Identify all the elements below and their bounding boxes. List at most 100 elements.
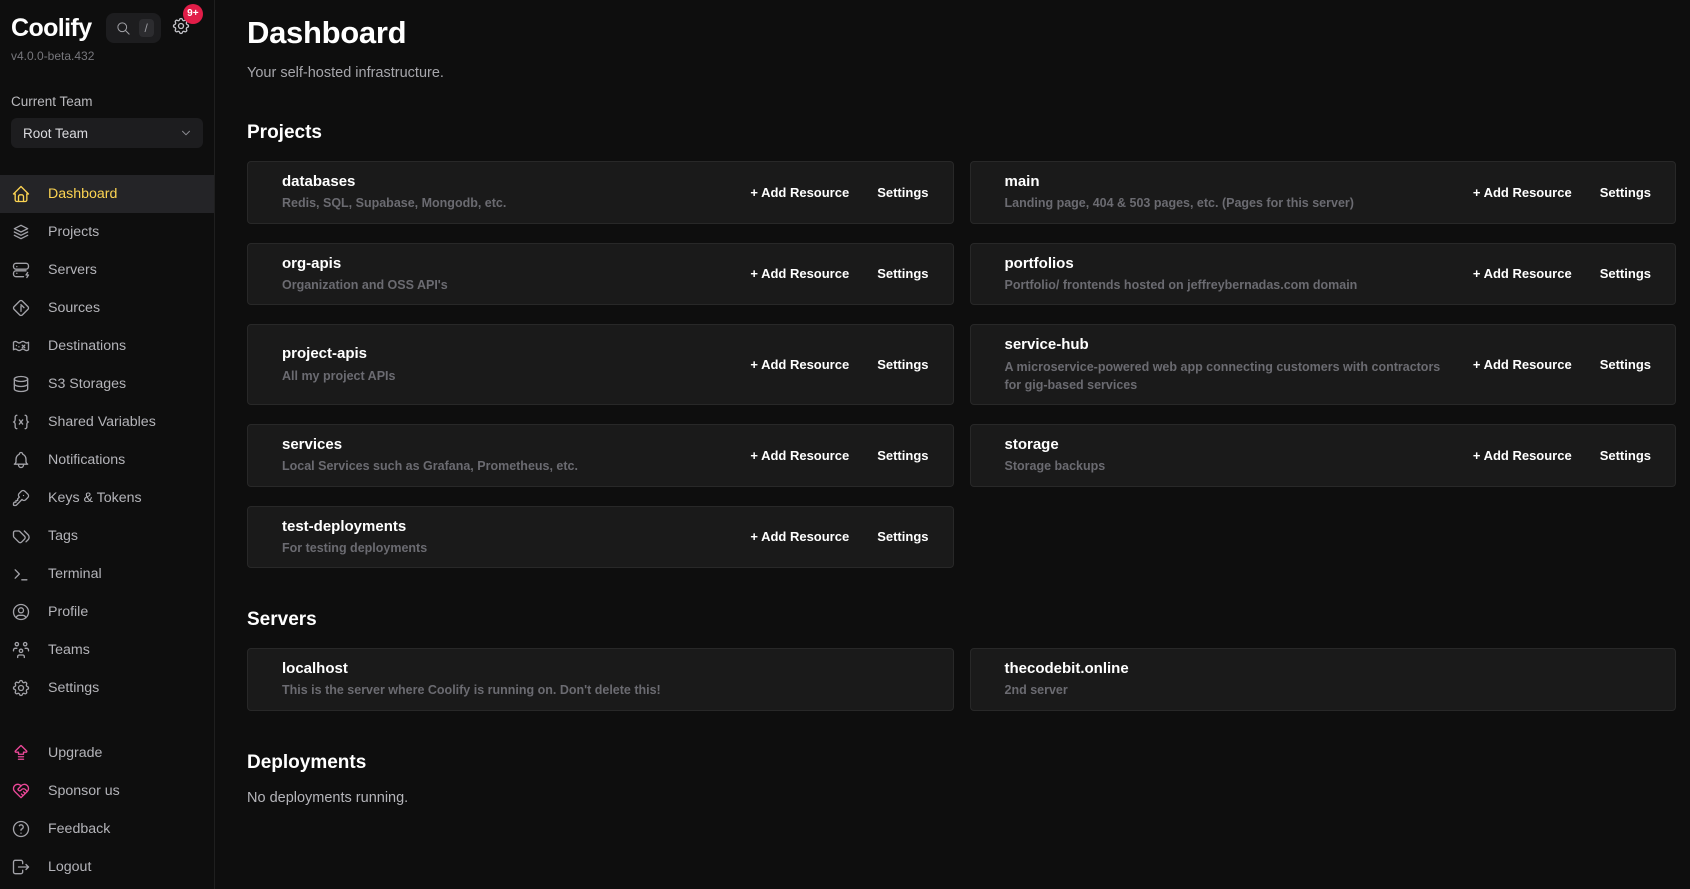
sidebar-item[interactable]: Dashboard: [0, 175, 214, 213]
team-select[interactable]: Root Team: [11, 118, 203, 148]
project-description: Redis, SQL, Supabase, Mongodb, etc.: [282, 196, 507, 211]
sidebar-item-label: Upgrade: [48, 745, 103, 761]
sidebar-secondary-nav: Upgrade Sponsor us Feedback Logout: [0, 734, 214, 886]
gear-icon: [11, 678, 31, 698]
sidebar-item[interactable]: Logout: [0, 848, 214, 886]
project-card[interactable]: main Landing page, 404 & 503 pages, etc.…: [969, 160, 1676, 224]
tags-icon: [11, 526, 31, 546]
database-icon: [11, 374, 31, 394]
sidebar-item[interactable]: Keys & Tokens: [0, 479, 214, 517]
add-resource-button[interactable]: + Add Resource: [1473, 357, 1572, 372]
project-settings-button[interactable]: Settings: [877, 357, 928, 372]
project-name: services: [282, 435, 343, 453]
project-description: Organization and OSS API's: [282, 278, 448, 293]
server-card[interactable]: thecodebit.online 2nd server: [969, 647, 1676, 711]
app-version: v4.0.0-beta.432: [11, 49, 95, 63]
server-description: This is the server where Coolify is runn…: [282, 683, 661, 698]
sidebar-item-label: Sponsor us: [48, 783, 120, 799]
sidebar-item[interactable]: Terminal: [0, 555, 214, 593]
app-logo[interactable]: Coolify: [11, 15, 92, 41]
server-card[interactable]: localhost This is the server where Cooli…: [247, 647, 954, 711]
sidebar-item[interactable]: Sponsor us: [0, 772, 214, 810]
servers-grid: localhost This is the server where Cooli…: [247, 647, 1676, 711]
sidebar-item[interactable]: Profile: [0, 593, 214, 631]
settings-gear-wrap: 9+: [171, 3, 203, 41]
sidebar-item-label: Destinations: [48, 338, 127, 354]
bell-icon: [11, 450, 31, 470]
sidebar-item-label: Notifications: [48, 452, 126, 468]
sidebar-item[interactable]: Upgrade: [0, 734, 214, 772]
sidebar-item-label: Dashboard: [48, 186, 118, 202]
sidebar-item[interactable]: Sources: [0, 289, 214, 327]
page-subtitle: Your self-hosted infrastructure.: [247, 65, 444, 82]
project-description: Landing page, 404 & 503 pages, etc. (Pag…: [1004, 196, 1354, 211]
sidebar-item-label: S3 Storages: [48, 376, 127, 392]
add-resource-button[interactable]: + Add Resource: [750, 185, 849, 200]
project-description: Storage backups: [1004, 459, 1106, 474]
sidebar-item-label: Tags: [48, 528, 78, 544]
project-description: All my project APIs: [282, 368, 396, 383]
project-settings-button[interactable]: Settings: [877, 529, 928, 544]
sidebar-item[interactable]: Tags: [0, 517, 214, 555]
server-description: 2nd server: [1004, 683, 1068, 698]
sidebar-item-label: Terminal: [48, 566, 102, 582]
logo-row: Coolify / 9+: [0, 3, 214, 43]
project-name: org-apis: [282, 254, 342, 272]
sidebar-item-label: Profile: [48, 604, 89, 620]
deployments-empty-message: No deployments running.: [247, 790, 409, 807]
project-description: A microservice-powered web app connectin…: [1004, 359, 1441, 392]
add-resource-button[interactable]: + Add Resource: [1473, 185, 1572, 200]
braces-x-icon: [11, 412, 31, 432]
sidebar-item[interactable]: Teams: [0, 631, 214, 669]
server-name: localhost: [282, 659, 348, 677]
sidebar-item[interactable]: Feedback: [0, 810, 214, 848]
project-settings-button[interactable]: Settings: [1600, 357, 1651, 372]
project-name: project-apis: [282, 345, 368, 363]
servers-heading: Servers: [247, 609, 317, 631]
project-settings-button[interactable]: Settings: [1600, 448, 1651, 463]
project-card[interactable]: test-deployments For testing deployments…: [247, 505, 954, 569]
project-card[interactable]: project-apis All my project APIs + Add R…: [247, 324, 954, 405]
project-settings-button[interactable]: Settings: [1600, 266, 1651, 281]
sidebar-item-label: Feedback: [48, 821, 111, 837]
add-resource-button[interactable]: + Add Resource: [750, 357, 849, 372]
project-card[interactable]: service-hub A microservice-powered web a…: [969, 324, 1676, 405]
project-card[interactable]: org-apis Organization and OSS API's + Ad…: [247, 242, 954, 306]
sidebar-item[interactable]: Destinations: [0, 327, 214, 365]
notification-badge[interactable]: 9+: [182, 3, 203, 24]
project-description: Portfolio/ frontends hosted on jeffreybe…: [1004, 278, 1358, 293]
add-resource-button[interactable]: + Add Resource: [1473, 266, 1572, 281]
project-card[interactable]: portfolios Portfolio/ frontends hosted o…: [969, 242, 1676, 306]
users-icon: [11, 640, 31, 660]
project-card[interactable]: storage Storage backups + Add Resource S…: [969, 423, 1676, 487]
sidebar-item[interactable]: Servers: [0, 251, 214, 289]
project-card[interactable]: services Local Services such as Grafana,…: [247, 423, 954, 487]
sidebar-item[interactable]: Shared Variables: [0, 403, 214, 441]
add-resource-button[interactable]: + Add Resource: [750, 266, 849, 281]
logout-icon: [11, 857, 31, 877]
sidebar-item[interactable]: Settings: [0, 669, 214, 707]
current-team-label: Current Team: [11, 94, 93, 109]
add-resource-button[interactable]: + Add Resource: [1473, 448, 1572, 463]
sidebar-item[interactable]: S3 Storages: [0, 365, 214, 403]
project-settings-button[interactable]: Settings: [877, 448, 928, 463]
project-settings-button[interactable]: Settings: [877, 185, 928, 200]
projects-heading: Projects: [247, 122, 322, 144]
help-icon: [11, 819, 31, 839]
search-shortcut-key: /: [138, 19, 154, 37]
project-card[interactable]: databases Redis, SQL, Supabase, Mongodb,…: [247, 160, 954, 224]
destination-icon: [11, 336, 31, 356]
sidebar-item-label: Logout: [48, 859, 92, 875]
add-resource-button[interactable]: + Add Resource: [750, 448, 849, 463]
sidebar-item[interactable]: Projects: [0, 213, 214, 251]
add-resource-button[interactable]: + Add Resource: [750, 529, 849, 544]
search-button[interactable]: /: [105, 13, 161, 43]
sidebar: Coolify / 9+ v4.0.0-beta.432 Current Tea…: [0, 0, 215, 889]
project-name: test-deployments: [282, 517, 407, 535]
project-settings-button[interactable]: Settings: [877, 266, 928, 281]
sidebar-item-label: Sources: [48, 300, 101, 316]
deployments-heading: Deployments: [247, 751, 367, 773]
sidebar-item[interactable]: Notifications: [0, 441, 214, 479]
team-select-value: Root Team: [23, 125, 89, 141]
project-settings-button[interactable]: Settings: [1600, 185, 1651, 200]
